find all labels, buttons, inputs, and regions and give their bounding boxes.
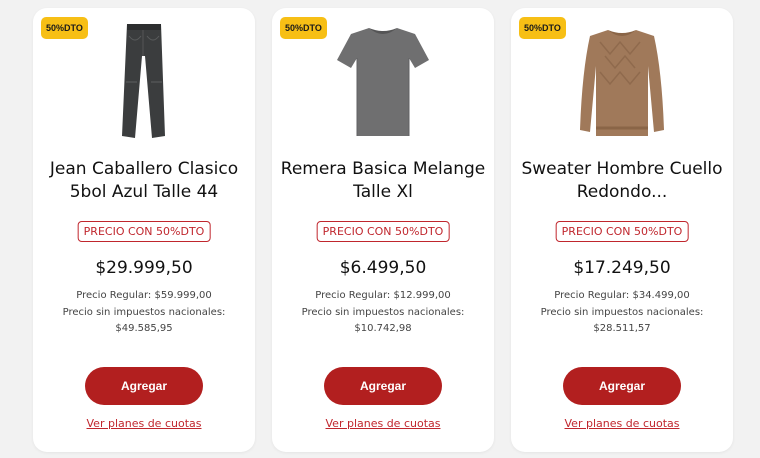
product-image[interactable] [511,22,733,146]
product-grid: 50%DTO Jean Caballero Clasico 5bol Azul … [0,0,760,458]
product-card[interactable]: 50%DTO Remera Basica Melange Talle Xl PR… [272,8,494,452]
installments-link[interactable]: Ver planes de cuotas [272,417,494,430]
tax-free-label: Precio sin impuestos nacionales: [62,307,226,318]
discount-tag: PRECIO CON 50%DTO [77,221,211,242]
regular-price: Precio Regular: $12.999,00 [315,290,451,301]
product-title[interactable]: Jean Caballero Clasico 5bol Azul Talle 4… [39,158,249,204]
discount-tag: PRECIO CON 50%DTO [316,221,450,242]
product-title[interactable]: Remera Basica Melange Talle Xl [278,158,488,204]
tax-free-price: $28.511,57 [593,323,651,334]
tax-free-label: Precio sin impuestos nacionales: [301,307,465,318]
regular-price: Precio Regular: $34.499,00 [554,290,690,301]
product-title[interactable]: Sweater Hombre Cuello Redondo... [517,158,727,204]
add-to-cart-button[interactable]: Agregar [563,367,681,405]
add-to-cart-button[interactable]: Agregar [324,367,442,405]
product-card[interactable]: 50%DTO Sweater Hombre Cuello Redondo... … [511,8,733,452]
tshirt-icon [337,28,429,136]
jeans-icon [122,24,165,138]
product-image[interactable] [272,22,494,146]
regular-price: Precio Regular: $59.999,00 [76,290,212,301]
add-to-cart-button[interactable]: Agregar [85,367,203,405]
product-card[interactable]: 50%DTO Jean Caballero Clasico 5bol Azul … [33,8,255,452]
tax-free-label: Precio sin impuestos nacionales: [540,307,704,318]
discount-tag: PRECIO CON 50%DTO [555,221,689,242]
product-price: $6.499,50 [339,258,427,278]
product-image[interactable] [33,22,255,146]
installments-link[interactable]: Ver planes de cuotas [33,417,255,430]
installments-link[interactable]: Ver planes de cuotas [511,417,733,430]
sweater-icon [580,30,664,136]
tax-free-price: $49.585,95 [115,323,173,334]
product-price: $17.249,50 [573,258,671,278]
product-price: $29.999,50 [95,258,193,278]
tax-free-price: $10.742,98 [354,323,412,334]
